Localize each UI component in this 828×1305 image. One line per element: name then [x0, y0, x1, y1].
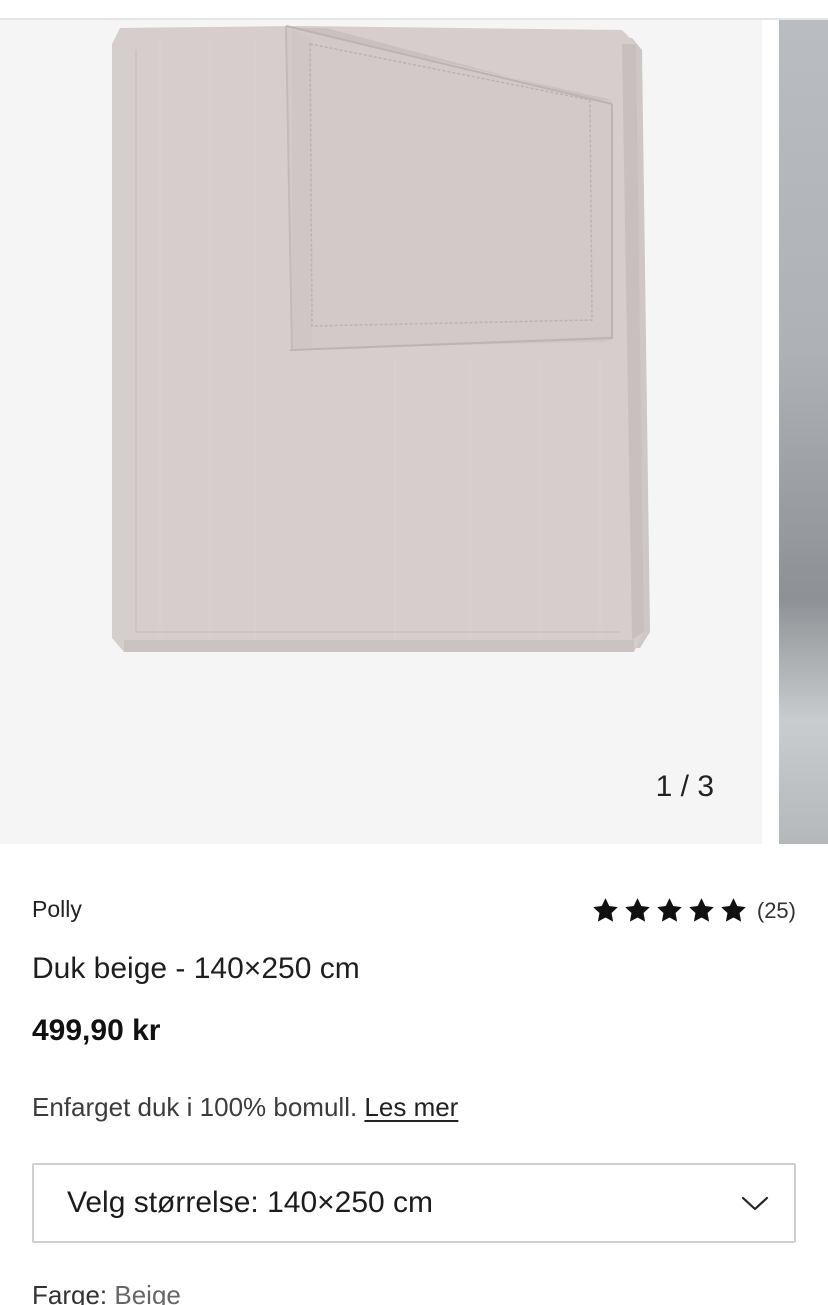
star-icon: [593, 898, 618, 922]
star-icon: [721, 898, 746, 922]
read-more-link[interactable]: Les mer: [364, 1092, 458, 1122]
description-text: Enfarget duk i 100% bomull.: [32, 1092, 365, 1122]
star-icon: [625, 898, 650, 922]
brand-name[interactable]: Polly: [32, 896, 82, 923]
product-description: Enfarget duk i 100% bomull. Les mer: [32, 1092, 458, 1123]
review-count: (25): [756, 897, 796, 923]
product-price: 499,90 kr: [32, 1014, 161, 1047]
color-label: Farge:: [32, 1280, 115, 1305]
gallery-slide-current[interactable]: 1 / 3: [0, 20, 762, 844]
star-icon: [689, 898, 714, 922]
product-image: [112, 25, 650, 652]
size-select-label: Velg størrelse: 140×250 cm: [67, 1186, 434, 1219]
image-gallery[interactable]: 1 / 3: [0, 20, 828, 844]
product-page: 1 / 3 Polly (25) Duk beige - 140×250 cm …: [0, 0, 828, 1305]
star-rating: [591, 896, 748, 925]
color-info: Farge: Beige: [32, 1280, 181, 1305]
gallery-counter: 1 / 3: [655, 770, 714, 803]
star-icon: [657, 898, 682, 922]
chevron-down-icon: [741, 1196, 769, 1211]
rating-summary[interactable]: (25): [591, 896, 796, 925]
size-select[interactable]: Velg størrelse: 140×250 cm: [32, 1163, 796, 1243]
gallery-slide-next-peek[interactable]: [779, 20, 828, 844]
product-title: Duk beige - 140×250 cm: [32, 952, 360, 985]
color-value: Beige: [114, 1280, 181, 1305]
